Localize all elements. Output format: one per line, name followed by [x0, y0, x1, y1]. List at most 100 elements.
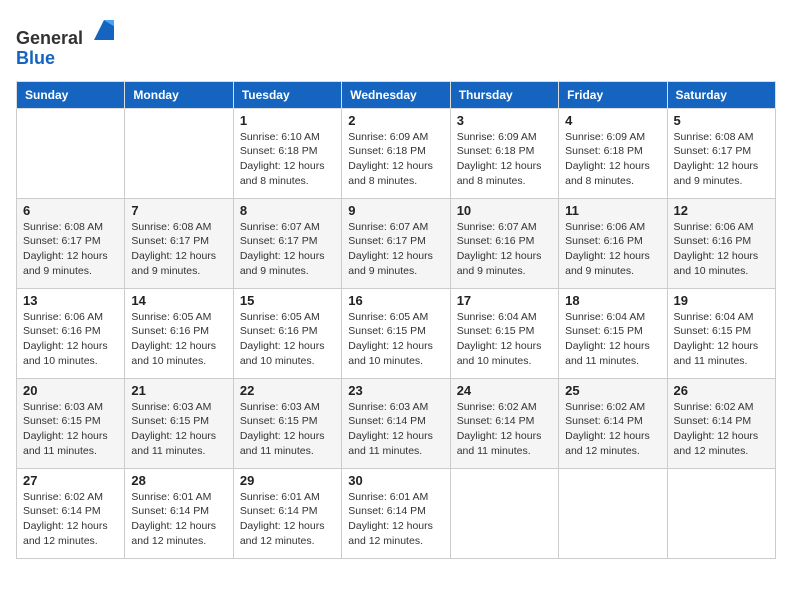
day-info: Sunrise: 6:07 AMSunset: 6:17 PMDaylight:…: [348, 220, 443, 279]
day-number: 27: [23, 473, 118, 488]
calendar-cell: 26 Sunrise: 6:02 AMSunset: 6:14 PMDayligh…: [667, 378, 775, 468]
day-number: 24: [457, 383, 552, 398]
day-of-week-header: Monday: [125, 81, 233, 108]
day-number: 3: [457, 113, 552, 128]
day-info: Sunrise: 6:09 AMSunset: 6:18 PMDaylight:…: [565, 130, 660, 189]
day-of-week-header: Sunday: [17, 81, 125, 108]
calendar-cell: 19 Sunrise: 6:04 AMSunset: 6:15 PMDayligh…: [667, 288, 775, 378]
calendar-cell: 29Sunrise: 6:01 AMSunset: 6:14 PMDayligh…: [233, 468, 341, 558]
calendar-cell: 2 Sunrise: 6:09 AMSunset: 6:18 PMDaylight…: [342, 108, 450, 198]
day-info: Sunrise: 6:03 AMSunset: 6:14 PMDaylight:…: [348, 400, 443, 459]
day-number: 4: [565, 113, 660, 128]
calendar-cell: 4 Sunrise: 6:09 AMSunset: 6:18 PMDaylight…: [559, 108, 667, 198]
calendar-cell: [559, 468, 667, 558]
day-info: Sunrise: 6:05 AMSunset: 6:16 PMDaylight:…: [131, 310, 226, 369]
calendar-cell: 25Sunrise: 6:02 AMSunset: 6:14 PMDayligh…: [559, 378, 667, 468]
day-info: Sunrise: 6:01 AMSunset: 6:14 PMDaylight:…: [348, 490, 443, 549]
day-info: Sunrise: 6:02 AMSunset: 6:14 PMDaylight:…: [674, 400, 769, 459]
day-info: Sunrise: 6:06 AMSunset: 6:16 PMDaylight:…: [674, 220, 769, 279]
day-number: 1: [240, 113, 335, 128]
day-number: 28: [131, 473, 226, 488]
day-info: Sunrise: 6:04 AMSunset: 6:15 PMDaylight:…: [565, 310, 660, 369]
day-info: Sunrise: 6:08 AMSunset: 6:17 PMDaylight:…: [131, 220, 226, 279]
day-number: 19: [674, 293, 769, 308]
day-number: 13: [23, 293, 118, 308]
calendar-cell: 5Sunrise: 6:08 AMSunset: 6:17 PMDaylight…: [667, 108, 775, 198]
calendar-week-row: 13 Sunrise: 6:06 AMSunset: 6:16 PMDayligh…: [17, 288, 776, 378]
calendar-cell: 28 Sunrise: 6:01 AMSunset: 6:14 PMDayligh…: [125, 468, 233, 558]
day-info: Sunrise: 6:02 AMSunset: 6:14 PMDaylight:…: [565, 400, 660, 459]
day-info: Sunrise: 6:09 AMSunset: 6:18 PMDaylight:…: [348, 130, 443, 189]
day-number: 30: [348, 473, 443, 488]
calendar-cell: 18 Sunrise: 6:04 AMSunset: 6:15 PMDayligh…: [559, 288, 667, 378]
calendar-cell: 15 Sunrise: 6:05 AMSunset: 6:16 PMDayligh…: [233, 288, 341, 378]
calendar-week-row: 6 Sunrise: 6:08 AMSunset: 6:17 PMDaylight…: [17, 198, 776, 288]
calendar-cell: 7Sunrise: 6:08 AMSunset: 6:17 PMDaylight…: [125, 198, 233, 288]
day-number: 23: [348, 383, 443, 398]
day-info: Sunrise: 6:06 AMSunset: 6:16 PMDaylight:…: [565, 220, 660, 279]
day-number: 2: [348, 113, 443, 128]
logo-general-text: General: [16, 28, 83, 48]
day-info: Sunrise: 6:05 AMSunset: 6:16 PMDaylight:…: [240, 310, 335, 369]
calendar-cell: [667, 468, 775, 558]
day-of-week-header: Saturday: [667, 81, 775, 108]
logo-blue-text: Blue: [16, 48, 55, 68]
day-number: 12: [674, 203, 769, 218]
calendar-cell: 23 Sunrise: 6:03 AMSunset: 6:14 PMDayligh…: [342, 378, 450, 468]
day-info: Sunrise: 6:06 AMSunset: 6:16 PMDaylight:…: [23, 310, 118, 369]
calendar-cell: 27 Sunrise: 6:02 AMSunset: 6:14 PMDayligh…: [17, 468, 125, 558]
day-info: Sunrise: 6:09 AMSunset: 6:18 PMDaylight:…: [457, 130, 552, 189]
calendar-cell: 22Sunrise: 6:03 AMSunset: 6:15 PMDayligh…: [233, 378, 341, 468]
day-number: 8: [240, 203, 335, 218]
day-number: 18: [565, 293, 660, 308]
day-info: Sunrise: 6:03 AMSunset: 6:15 PMDaylight:…: [131, 400, 226, 459]
calendar-cell: 14 Sunrise: 6:05 AMSunset: 6:16 PMDayligh…: [125, 288, 233, 378]
calendar-week-row: 1 Sunrise: 6:10 AMSunset: 6:18 PMDaylight…: [17, 108, 776, 198]
day-info: Sunrise: 6:04 AMSunset: 6:15 PMDaylight:…: [457, 310, 552, 369]
day-number: 20: [23, 383, 118, 398]
calendar-cell: 17Sunrise: 6:04 AMSunset: 6:15 PMDayligh…: [450, 288, 558, 378]
day-info: Sunrise: 6:04 AMSunset: 6:15 PMDaylight:…: [674, 310, 769, 369]
calendar-cell: 30 Sunrise: 6:01 AMSunset: 6:14 PMDayligh…: [342, 468, 450, 558]
day-of-week-header: Thursday: [450, 81, 558, 108]
calendar-cell: 1 Sunrise: 6:10 AMSunset: 6:18 PMDaylight…: [233, 108, 341, 198]
day-of-week-header: Tuesday: [233, 81, 341, 108]
calendar-cell: [125, 108, 233, 198]
day-info: Sunrise: 6:02 AMSunset: 6:14 PMDaylight:…: [23, 490, 118, 549]
calendar-cell: 9 Sunrise: 6:07 AMSunset: 6:17 PMDaylight…: [342, 198, 450, 288]
calendar-cell: 12 Sunrise: 6:06 AMSunset: 6:16 PMDayligh…: [667, 198, 775, 288]
day-of-week-header: Friday: [559, 81, 667, 108]
day-number: 22: [240, 383, 335, 398]
day-of-week-header: Wednesday: [342, 81, 450, 108]
logo: General Blue: [16, 16, 118, 69]
day-info: Sunrise: 6:07 AMSunset: 6:17 PMDaylight:…: [240, 220, 335, 279]
day-info: Sunrise: 6:01 AMSunset: 6:14 PMDaylight:…: [131, 490, 226, 549]
calendar: SundayMondayTuesdayWednesdayThursdayFrid…: [16, 81, 776, 559]
day-info: Sunrise: 6:01 AMSunset: 6:14 PMDaylight:…: [240, 490, 335, 549]
day-number: 26: [674, 383, 769, 398]
day-info: Sunrise: 6:10 AMSunset: 6:18 PMDaylight:…: [240, 130, 335, 189]
logo-icon: [90, 16, 118, 44]
calendar-cell: 11 Sunrise: 6:06 AMSunset: 6:16 PMDayligh…: [559, 198, 667, 288]
day-number: 14: [131, 293, 226, 308]
day-number: 11: [565, 203, 660, 218]
calendar-cell: 21 Sunrise: 6:03 AMSunset: 6:15 PMDayligh…: [125, 378, 233, 468]
calendar-cell: 20 Sunrise: 6:03 AMSunset: 6:15 PMDayligh…: [17, 378, 125, 468]
day-number: 9: [348, 203, 443, 218]
day-info: Sunrise: 6:02 AMSunset: 6:14 PMDaylight:…: [457, 400, 552, 459]
day-number: 10: [457, 203, 552, 218]
calendar-body: 1 Sunrise: 6:10 AMSunset: 6:18 PMDaylight…: [17, 108, 776, 558]
day-number: 21: [131, 383, 226, 398]
day-number: 15: [240, 293, 335, 308]
day-number: 16: [348, 293, 443, 308]
calendar-cell: 16 Sunrise: 6:05 AMSunset: 6:15 PMDayligh…: [342, 288, 450, 378]
calendar-cell: 3 Sunrise: 6:09 AMSunset: 6:18 PMDaylight…: [450, 108, 558, 198]
day-info: Sunrise: 6:07 AMSunset: 6:16 PMDaylight:…: [457, 220, 552, 279]
calendar-cell: 13 Sunrise: 6:06 AMSunset: 6:16 PMDayligh…: [17, 288, 125, 378]
day-info: Sunrise: 6:03 AMSunset: 6:15 PMDaylight:…: [23, 400, 118, 459]
calendar-cell: [17, 108, 125, 198]
day-number: 5: [674, 113, 769, 128]
day-info: Sunrise: 6:05 AMSunset: 6:15 PMDaylight:…: [348, 310, 443, 369]
day-number: 6: [23, 203, 118, 218]
calendar-cell: [450, 468, 558, 558]
